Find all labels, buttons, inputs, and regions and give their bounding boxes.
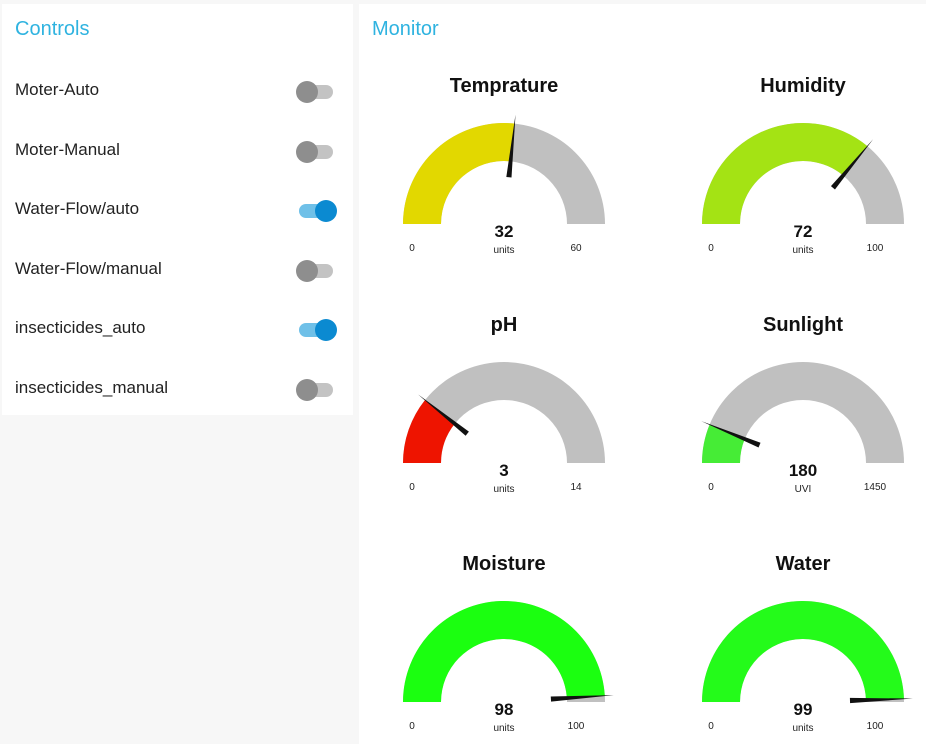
moisture-gauge: Moisture 98 units 0 100 <box>364 553 644 744</box>
gauge-max: 14 <box>570 482 582 493</box>
control-label: Moter-Manual <box>15 140 120 159</box>
insecticides-manual-toggle[interactable] <box>296 378 338 402</box>
gauge-max: 1450 <box>864 482 887 493</box>
gauge-title: Humidity <box>760 75 846 97</box>
toggle-thumb <box>315 200 337 222</box>
sunlight-gauge: Sunlight 180 UVI 0 1450 <box>663 314 926 514</box>
control-moter-auto: Moter-Auto <box>2 71 353 111</box>
control-water-flow-auto: Water-Flow/auto <box>2 190 353 230</box>
controls-title: Controls <box>15 18 90 40</box>
water-flow-auto-toggle[interactable] <box>296 199 338 223</box>
control-label: Water-Flow/auto <box>15 199 140 218</box>
insecticides-auto-toggle[interactable] <box>296 318 338 342</box>
toggle-thumb <box>296 141 318 163</box>
control-label: insecticides_manual <box>15 378 169 397</box>
gauge-min: 0 <box>409 721 415 732</box>
gauge-title: Moisture <box>462 553 546 575</box>
gauge-svg: 32 units 0 60 <box>403 114 605 256</box>
gauge-units: UVI <box>795 484 812 495</box>
gauge-fill <box>702 601 904 702</box>
gauge-svg: 72 units 0 100 <box>702 123 904 256</box>
gauge-units: units <box>493 245 514 256</box>
toggle-thumb <box>296 260 318 282</box>
gauge-svg: 180 UVI 0 1450 <box>701 362 904 495</box>
gauge-title: Sunlight <box>763 314 843 336</box>
gauge-max: 100 <box>867 721 884 732</box>
gauge-fill <box>403 601 605 702</box>
gauge-max: 60 <box>570 243 582 254</box>
control-label: Moter-Auto <box>15 80 100 99</box>
gauge-min: 0 <box>708 721 714 732</box>
gauge-title: Water <box>775 553 831 575</box>
gauge-title: Temprature <box>449 75 559 97</box>
monitor-title: Monitor <box>372 18 439 40</box>
control-insecticides-auto: insecticides_auto <box>2 309 353 349</box>
gauge-units: units <box>493 723 514 734</box>
humidity-gauge: Humidity 72 units 0 100 <box>663 75 926 275</box>
toggle-thumb <box>296 379 318 401</box>
gauge-value: 32 <box>495 222 514 241</box>
gauge-max: 100 <box>867 243 884 254</box>
control-label: insecticides_auto <box>15 318 146 337</box>
gauge-svg: 99 units 0 100 <box>702 601 913 734</box>
gauge-value: 72 <box>794 222 813 241</box>
gauge-value: 3 <box>499 461 508 480</box>
gauge-svg: 98 units 0 100 <box>403 601 614 734</box>
moter-auto-toggle[interactable] <box>296 80 338 104</box>
gauge-title: pH <box>490 314 518 336</box>
controls-panel: Controls Moter-Auto Moter-Manual Water-F… <box>2 4 353 415</box>
temperature-gauge: Temprature 32 units 0 60 <box>364 75 644 275</box>
gauge-min: 0 <box>708 243 714 254</box>
gauge-units: units <box>792 245 813 256</box>
gauge-min: 0 <box>409 482 415 493</box>
gauge-fill <box>403 123 515 224</box>
gauge-units: units <box>493 484 514 495</box>
water-gauge: Water 99 units 0 100 <box>663 553 926 744</box>
toggle-thumb <box>296 81 318 103</box>
control-label: Water-Flow/manual <box>15 259 162 278</box>
moter-manual-toggle[interactable] <box>296 140 338 164</box>
gauge-svg: 3 units 0 14 <box>403 362 605 495</box>
gauge-value: 99 <box>794 700 813 719</box>
gauge-min: 0 <box>708 482 714 493</box>
monitor-panel: Monitor Temprature 32 units 0 60 Humidit… <box>359 4 926 744</box>
control-moter-manual: Moter-Manual <box>2 131 353 171</box>
gauge-min: 0 <box>409 243 415 254</box>
gauge-value: 98 <box>495 700 514 719</box>
gauge-max: 100 <box>568 721 585 732</box>
water-flow-manual-toggle[interactable] <box>296 259 338 283</box>
gauge-units: units <box>792 723 813 734</box>
ph-gauge: pH 3 units 0 14 <box>364 314 644 514</box>
control-insecticides-manual: insecticides_manual <box>2 369 353 409</box>
toggle-thumb <box>315 319 337 341</box>
control-water-flow-manual: Water-Flow/manual <box>2 250 353 290</box>
gauge-value: 180 <box>789 461 817 480</box>
